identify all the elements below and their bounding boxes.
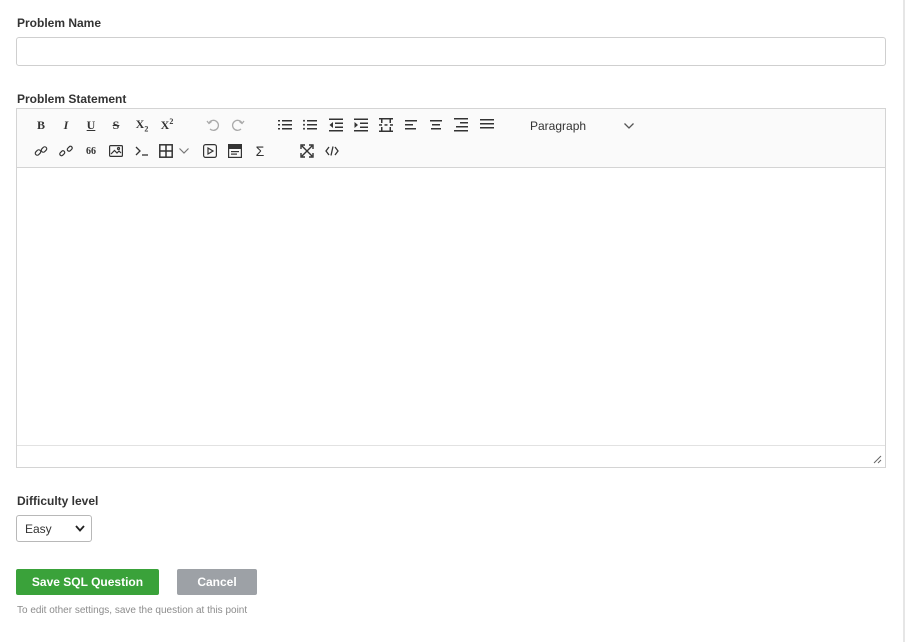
source-code-button[interactable] <box>322 141 342 161</box>
page-break-button[interactable] <box>376 115 396 135</box>
strikethrough-icon: S <box>112 117 120 132</box>
editor-toolbar: B I U S X2 X2 Paragraph 66 Σ <box>17 109 885 168</box>
bulleted-list-button[interactable] <box>300 115 320 135</box>
code-block-icon <box>135 146 148 156</box>
italic-icon: I <box>63 117 69 132</box>
align-center-button[interactable] <box>426 115 446 135</box>
fullscreen-button[interactable] <box>297 141 317 161</box>
editor-status-bar <box>17 445 885 467</box>
indent-icon <box>354 118 368 132</box>
justify-icon <box>480 119 494 129</box>
fullscreen-icon <box>300 144 314 158</box>
align-right-button[interactable] <box>451 115 471 135</box>
redo-button[interactable] <box>228 115 248 135</box>
outdent-button[interactable] <box>326 115 346 135</box>
image-button[interactable] <box>106 141 126 161</box>
link-button[interactable] <box>31 141 51 161</box>
table-icon <box>159 144 173 158</box>
media-embed-button[interactable] <box>200 141 220 161</box>
save-sql-question-button[interactable]: Save SQL Question <box>16 569 159 595</box>
math-formula-button[interactable]: Σ <box>250 141 270 161</box>
chevron-down-icon <box>75 525 85 532</box>
resize-grip-icon[interactable] <box>872 454 882 464</box>
difficulty-level-label: Difficulty level <box>17 494 99 508</box>
italic-button[interactable]: I <box>56 115 76 135</box>
chevron-down-icon <box>624 123 634 129</box>
align-center-icon <box>430 120 442 130</box>
code-block-button[interactable] <box>132 141 152 161</box>
bold-button[interactable]: B <box>31 115 51 135</box>
align-left-icon <box>405 120 417 130</box>
math-formula-icon: Σ <box>255 143 265 159</box>
blockquote-icon: 66 <box>86 145 96 157</box>
paragraph-format-dropdown[interactable]: Paragraph <box>522 114 642 138</box>
paragraph-format-label: Paragraph <box>530 119 587 133</box>
problem-name-label: Problem Name <box>17 16 102 30</box>
indent-button[interactable] <box>351 115 371 135</box>
strikethrough-button[interactable]: S <box>106 115 126 135</box>
redo-icon <box>232 119 245 131</box>
undo-icon <box>206 119 219 131</box>
html-snippet-button[interactable] <box>225 141 245 161</box>
unlink-icon <box>59 145 73 157</box>
underline-button[interactable]: U <box>81 115 101 135</box>
subscript-button[interactable]: X2 <box>132 115 152 135</box>
subscript-icon: X2 <box>135 116 149 134</box>
justify-button[interactable] <box>477 115 497 135</box>
align-left-button[interactable] <box>401 115 421 135</box>
numbered-list-button[interactable] <box>275 115 295 135</box>
difficulty-selected-value: Easy <box>25 521 52 536</box>
rich-text-editor: B I U S X2 X2 Paragraph 66 Σ <box>16 108 886 468</box>
difficulty-select[interactable]: Easy <box>16 515 92 542</box>
unlink-button[interactable] <box>56 141 76 161</box>
chevron-down-icon <box>179 148 189 154</box>
align-right-icon <box>454 118 468 132</box>
cancel-button[interactable]: Cancel <box>177 569 257 595</box>
problem-name-input[interactable] <box>16 37 886 66</box>
underline-icon: U <box>86 117 96 132</box>
superscript-button[interactable]: X2 <box>157 115 177 135</box>
bold-icon: B <box>36 117 45 132</box>
link-icon <box>34 146 48 156</box>
numbered-list-icon <box>278 120 292 130</box>
problem-statement-label: Problem Statement <box>17 92 127 106</box>
page-break-icon <box>379 118 393 132</box>
html-snippet-icon <box>228 144 242 158</box>
outdent-icon <box>329 118 343 132</box>
undo-button[interactable] <box>203 115 223 135</box>
source-code-icon <box>325 146 339 156</box>
superscript-icon: X2 <box>160 117 174 132</box>
bulleted-list-icon <box>303 119 317 130</box>
blockquote-button[interactable]: 66 <box>81 141 101 161</box>
image-icon <box>109 145 123 157</box>
editor-content-area[interactable] <box>17 169 885 445</box>
media-embed-icon <box>203 144 217 158</box>
table-button[interactable] <box>159 141 193 161</box>
save-hint-text: To edit other settings, save the questio… <box>17 605 248 616</box>
